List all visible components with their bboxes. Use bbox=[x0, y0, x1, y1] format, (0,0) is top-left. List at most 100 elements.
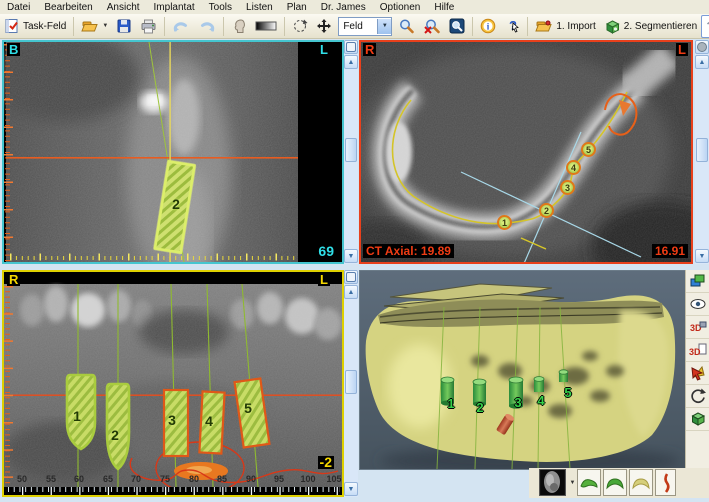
pano-ruler: 50 55 60 65 70 75 80 85 90 95 100 105 bbox=[4, 474, 342, 485]
menu-optionen[interactable]: Optionen bbox=[373, 2, 428, 13]
info-button[interactable]: i bbox=[476, 15, 500, 38]
axial-scroll-up-button[interactable]: ▲ bbox=[695, 55, 709, 69]
cross-scroll-thumb[interactable] bbox=[345, 138, 357, 162]
pano-implant-number-1[interactable]: 1 bbox=[69, 408, 85, 424]
window-level-button[interactable] bbox=[251, 15, 281, 38]
ruler-label: 105 bbox=[325, 474, 343, 484]
segment-thumb-2-button[interactable] bbox=[603, 469, 627, 496]
redo-button[interactable] bbox=[194, 15, 220, 38]
marker-tool-button[interactable] bbox=[686, 362, 709, 385]
zoom-fit-button[interactable] bbox=[445, 15, 469, 38]
visibility-button[interactable] bbox=[686, 293, 709, 316]
volume-3d-image[interactable] bbox=[360, 271, 685, 469]
ruler-label: 60 bbox=[70, 474, 88, 484]
segment-thumb-3-button[interactable] bbox=[629, 469, 653, 496]
pano-scroll-down-button[interactable]: ▼ bbox=[344, 482, 358, 496]
feld-select[interactable]: Feld ▼ bbox=[338, 17, 392, 36]
rotate-view-button[interactable] bbox=[288, 15, 312, 38]
pano-implant-number-2[interactable]: 2 bbox=[107, 427, 123, 443]
pano-implant-number-4[interactable]: 4 bbox=[201, 413, 217, 429]
volume-3d-viewport[interactable] bbox=[359, 270, 686, 470]
task-feld-button[interactable]: Task-Feld bbox=[0, 15, 70, 38]
context-help-button[interactable]: ? bbox=[500, 15, 524, 38]
axial-depth-value: 16.91 bbox=[652, 244, 688, 258]
menu-plan[interactable]: Plan bbox=[280, 2, 314, 13]
volume-implant-number-4: 4 bbox=[533, 393, 549, 408]
cross-scroll-mode-button[interactable] bbox=[344, 40, 358, 54]
menu-ansicht[interactable]: Ansicht bbox=[100, 2, 147, 13]
separator bbox=[223, 17, 224, 36]
volume-implant-number-1: 1 bbox=[443, 396, 459, 411]
cross-scroll-up-button[interactable]: ▲ bbox=[344, 55, 358, 69]
feld-select-caret[interactable]: ▼ bbox=[377, 19, 391, 34]
open-dropdown-caret[interactable]: ▼ bbox=[102, 23, 108, 29]
rotate-3d-button[interactable] bbox=[686, 385, 709, 408]
cross-scroll-down-button[interactable]: ▼ bbox=[344, 249, 358, 263]
eye-icon bbox=[689, 295, 707, 313]
rotate-3d-icon bbox=[689, 387, 707, 405]
patient-profile-button[interactable] bbox=[227, 15, 251, 38]
view-layout-button[interactable] bbox=[686, 270, 709, 293]
step-segmentieren-label: 2. Segmentieren bbox=[624, 21, 697, 32]
volume-thumbnail-row: ▼ bbox=[359, 468, 709, 498]
menu-datei[interactable]: Datei bbox=[0, 2, 37, 13]
pan-button[interactable] bbox=[312, 15, 336, 38]
axial-scroll-down-button[interactable]: ▼ bbox=[695, 249, 709, 263]
rotate-view-icon bbox=[292, 18, 308, 34]
pointer-arrow-icon bbox=[689, 364, 707, 382]
print-button[interactable] bbox=[136, 15, 161, 38]
zoom-button[interactable] bbox=[394, 15, 419, 38]
export-3d-button[interactable]: 3D bbox=[686, 339, 709, 362]
menu-bearbeiten[interactable]: Bearbeiten bbox=[37, 2, 99, 13]
implant-2-number: 2 bbox=[168, 196, 184, 212]
pano-scroll-mode-button[interactable] bbox=[344, 270, 358, 284]
panoramic-image[interactable] bbox=[4, 272, 342, 495]
undo-button[interactable] bbox=[168, 15, 194, 38]
menu-listen[interactable]: Listen bbox=[239, 2, 280, 13]
segment-thumb-1-button[interactable] bbox=[577, 469, 601, 496]
axial-implant-marker-1[interactable]: 1 bbox=[497, 215, 512, 230]
menu-tools[interactable]: Tools bbox=[202, 2, 239, 13]
zoom-off-button[interactable] bbox=[419, 15, 445, 38]
step-segmentieren-button[interactable]: 2. Segmentieren bbox=[600, 15, 701, 38]
cross-section-image[interactable] bbox=[4, 42, 342, 262]
axial-image[interactable] bbox=[361, 42, 691, 262]
axial-scroll-thumb[interactable] bbox=[696, 138, 708, 162]
pano-scrollbar[interactable]: ▲ ▼ bbox=[344, 270, 358, 497]
cross-section-viewport[interactable]: B L 69 2 bbox=[2, 40, 344, 264]
cross-scrollbar[interactable]: ▲ ▼ bbox=[344, 40, 358, 264]
axial-viewport[interactable]: R L CT Axial: 19.89 16.91 bbox=[359, 40, 693, 264]
sphere-icon bbox=[697, 42, 707, 52]
menu-implantat[interactable]: Implantat bbox=[147, 2, 202, 13]
pano-implant-number-3[interactable]: 3 bbox=[164, 412, 180, 428]
menu-dr-james[interactable]: Dr. James bbox=[314, 2, 373, 13]
open-button[interactable]: ▼ bbox=[77, 15, 112, 38]
axial-implant-marker-3[interactable]: 3 bbox=[560, 180, 575, 195]
ruler-label: 75 bbox=[156, 474, 174, 484]
ruler-label: 50 bbox=[13, 474, 31, 484]
axial-scrollbar[interactable]: ▲ ▼ bbox=[695, 40, 709, 264]
save-button[interactable] bbox=[112, 15, 136, 38]
step-plan-button[interactable]: 3. Plan bbox=[701, 15, 709, 38]
nerve-thumb-button[interactable] bbox=[655, 469, 676, 496]
step-import-button[interactable]: 1. Import bbox=[531, 15, 599, 38]
menu-hilfe[interactable]: Hilfe bbox=[427, 2, 461, 13]
mandible-yellow-icon bbox=[631, 474, 651, 492]
axial-scroll-mode-button[interactable] bbox=[695, 40, 709, 54]
axial-implant-marker-4[interactable]: 4 bbox=[566, 160, 581, 175]
save-icon bbox=[116, 18, 132, 34]
axial-implant-marker-5[interactable]: 5 bbox=[581, 142, 596, 157]
info-icon: i bbox=[480, 18, 496, 34]
pano-implant-number-5[interactable]: 5 bbox=[240, 400, 256, 416]
ruler-label: 100 bbox=[299, 474, 317, 484]
bounding-box-button[interactable] bbox=[686, 408, 709, 431]
pano-scroll-thumb[interactable] bbox=[345, 370, 357, 394]
panoramic-viewport[interactable]: R L -2 bbox=[2, 270, 344, 497]
separator bbox=[284, 17, 285, 36]
scout-dropdown-caret[interactable]: ▼ bbox=[568, 469, 577, 496]
scout-head-button[interactable] bbox=[539, 469, 566, 496]
pano-scroll-up-button[interactable]: ▲ bbox=[344, 285, 358, 299]
snapshot-3d-button[interactable]: 3D bbox=[686, 316, 709, 339]
help-cursor-icon: ? bbox=[504, 18, 520, 34]
axial-implant-marker-2[interactable]: 2 bbox=[539, 203, 554, 218]
